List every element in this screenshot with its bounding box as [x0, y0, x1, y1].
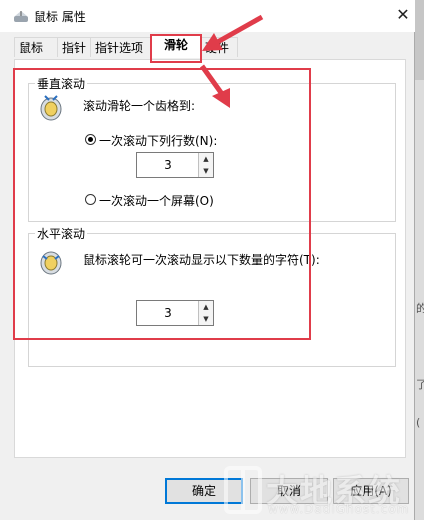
arrow-icon — [202, 14, 264, 51]
annotation-arrows — [199, 14, 264, 108]
watermark: 大地系统 www.DadiGhost.com — [222, 462, 422, 520]
arrow-icon — [199, 64, 230, 108]
watermark-url: www.DadiGhost.com — [268, 502, 410, 516]
watermark-logo — [224, 466, 262, 514]
